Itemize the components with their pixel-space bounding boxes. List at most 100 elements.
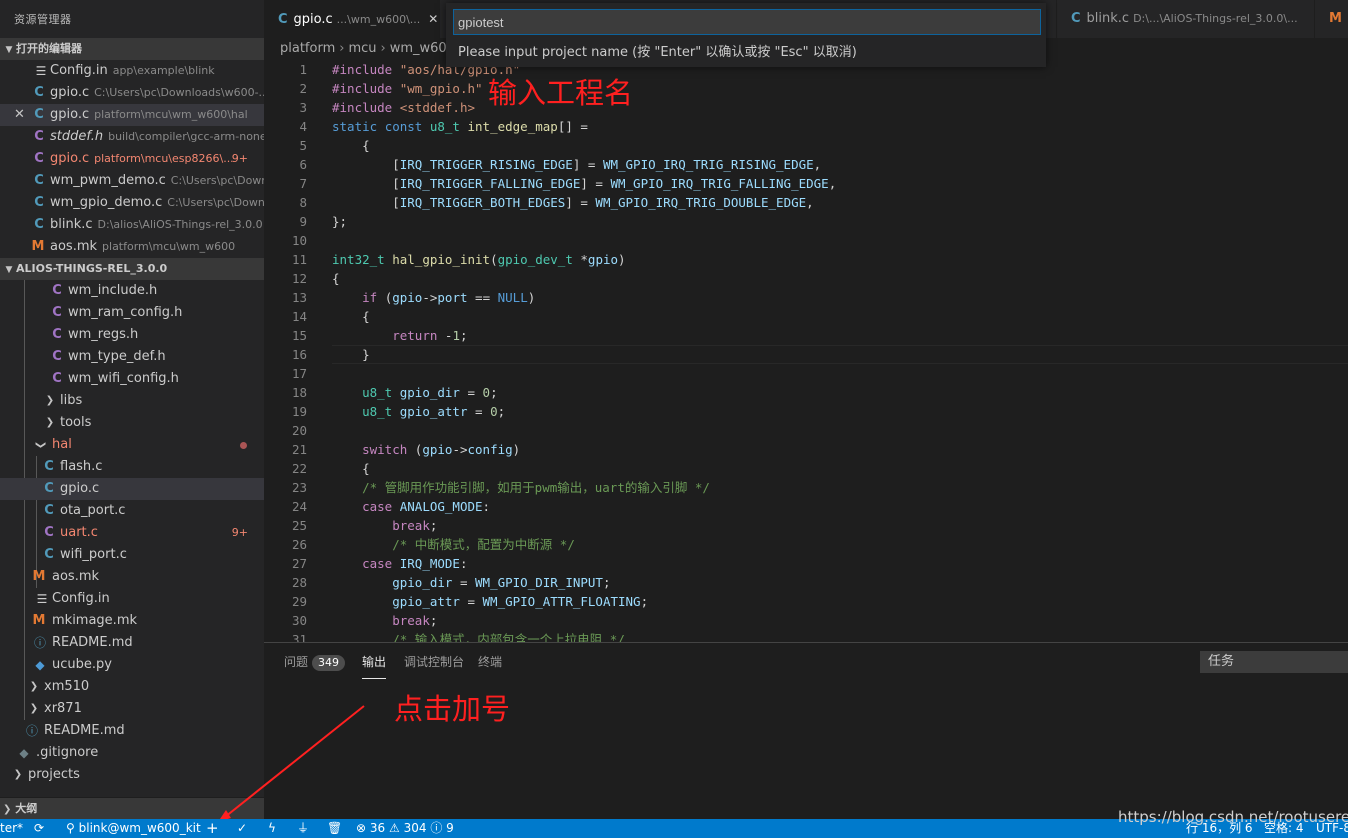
warning-icon: ⚠ <box>389 821 400 835</box>
line-number: 20 <box>291 423 307 438</box>
code-line: } <box>332 347 370 362</box>
tree-item-folder[interactable]: ❯ projects <box>0 764 264 786</box>
tab-debug-console[interactable]: 调试控制台 <box>404 651 464 679</box>
line-number: 27 <box>291 556 307 571</box>
sync-icon[interactable]: ⟳ <box>34 819 44 838</box>
tree-item-folder[interactable]: ❯ xm510 <box>0 676 264 698</box>
chevron-right-icon: ❯ <box>45 417 55 428</box>
explorer-sidebar: 资源管理器 ▼ 打开的编辑器 ☰ Config.in app\example\bli… <box>0 0 264 819</box>
makefile-icon: M <box>31 239 45 254</box>
tree-item-file[interactable]: Maos.mk <box>0 566 264 588</box>
line-number: 3 <box>299 100 307 115</box>
tree-item-file[interactable]: ⓘ README.md <box>0 720 264 742</box>
open-editor-item[interactable]: M aos.mk platform\mcu\wm_w600 <box>0 236 264 258</box>
tree-item-file[interactable]: Cwm_include.h <box>0 280 264 302</box>
tree-item-folder[interactable]: ❯ tools <box>0 412 264 434</box>
code-line: /* 管脚用作功能引脚，如用于pwm输出，uart的输入引脚 */ <box>332 480 710 495</box>
file-name: Config.in <box>50 63 108 78</box>
tree-item-file[interactable]: Cflash.c <box>0 456 264 478</box>
open-editor-item[interactable]: C stddef.h build\compiler\gcc-arm-none... <box>0 126 264 148</box>
tab-problems[interactable]: 问题 349 <box>284 651 346 679</box>
tab-makefile[interactable]: Ma <box>1314 0 1348 38</box>
info-icon: ⓘ <box>25 724 38 738</box>
output-channel-select[interactable]: 任务 <box>1200 651 1348 673</box>
problems-summary[interactable]: ⊗ 36 ⚠ 304 ⓘ 9 <box>356 819 454 838</box>
add-project-button[interactable]: + <box>206 819 219 838</box>
code-line: /* 中断模式，配置为中断源 */ <box>332 537 575 552</box>
file-path: platform\mcu\esp8266\... <box>94 152 234 165</box>
file-name: gpio.c <box>50 85 90 100</box>
tree-item-folder[interactable]: ❯ libs <box>0 390 264 412</box>
tree-item-file[interactable]: Cwm_ram_config.h <box>0 302 264 324</box>
tree-item-file[interactable]: Cwm_wifi_config.h <box>0 368 264 390</box>
outline-header[interactable]: ❯ 大纲 <box>0 797 264 819</box>
tree-item-file[interactable]: Mmkimage.mk <box>0 610 264 632</box>
quick-input-message: Please input project name (按 "Enter" 以确认… <box>458 45 857 60</box>
line-number: 31 <box>291 632 307 642</box>
c-file-icon: C <box>44 525 54 540</box>
tree-item-folder[interactable]: ❯ xr871 <box>0 698 264 720</box>
code-line: [IRQ_TRIGGER_BOTH_EDGES] = WM_GPIO_IRQ_T… <box>332 195 814 210</box>
c-file-icon: C <box>34 85 44 100</box>
line-number: 16 <box>291 347 307 362</box>
tree-item-file[interactable]: ⓘ README.md <box>0 632 264 654</box>
close-icon[interactable]: ✕ <box>14 104 25 126</box>
c-file-icon: C <box>278 12 288 27</box>
tab-gpio-c[interactable]: Cgpio.c ...\wm_w600\... ✕ <box>264 0 440 38</box>
open-editor-item[interactable]: C wm_pwm_demo.c C:\Users\pc\Downl... <box>0 170 264 192</box>
python-file-icon: ◆ <box>35 658 45 672</box>
c-file-icon: C <box>44 459 54 474</box>
tree-item-file[interactable]: ◆ ucube.py <box>0 654 264 676</box>
open-editor-item[interactable]: C wm_gpio_demo.c C:\Users\pc\Downl... <box>0 192 264 214</box>
line-number: 13 <box>291 290 307 305</box>
code-line: break; <box>392 613 438 628</box>
code-editor[interactable]: 1 #include "aos/hal/gpio.h" 2 #include "wm_… <box>264 60 1348 642</box>
open-editor-item-active[interactable]: ✕ C gpio.c platform\mcu\wm_w600\hal <box>0 104 264 126</box>
tab-blink-c[interactable]: Cblink.c D:\...\AliOS-Things-rel_3.0.0\..… <box>1056 0 1306 38</box>
tab-terminal[interactable]: 终端 <box>478 651 502 679</box>
tree-item-file[interactable]: Cwifi_port.c <box>0 544 264 566</box>
config-file-icon: ☰ <box>36 592 48 606</box>
breadcrumb-item[interactable]: mcu <box>348 41 376 56</box>
tree-item-file[interactable]: Cota_port.c <box>0 500 264 522</box>
tree-item-file-selected[interactable]: Cgpio.c <box>0 478 264 500</box>
tree-item-file[interactable]: Cwm_type_def.h <box>0 346 264 368</box>
build-check-icon[interactable]: ✓ <box>237 819 247 838</box>
line-number: 5 <box>299 138 307 153</box>
target-selector[interactable]: ⚲ blink@wm_w600_kit <box>66 819 201 838</box>
line-number: 12 <box>291 271 307 286</box>
trash-icon[interactable]: 🗑 <box>327 819 342 838</box>
tree-item-file[interactable]: Cuart.c 9+ <box>0 522 264 544</box>
c-file-icon: C <box>34 173 44 188</box>
info-icon: ⓘ <box>33 636 46 650</box>
code-line: [IRQ_TRIGGER_RISING_EDGE] = WM_GPIO_IRQ_… <box>332 157 822 172</box>
open-editor-item[interactable]: C blink.c D:\alios\AliOS-Things-rel_3.0.0… <box>0 214 264 236</box>
open-editor-item[interactable]: C gpio.c platform\mcu\esp8266\... 9+ <box>0 148 264 170</box>
file-tree: Cwm_include.h Cwm_ram_config.h Cwm_regs.… <box>0 280 264 786</box>
project-name-input[interactable] <box>453 9 1041 35</box>
open-editors-header[interactable]: ▼ 打开的编辑器 <box>0 38 264 60</box>
close-icon[interactable]: ✕ <box>428 12 438 26</box>
tree-item-folder-open[interactable]: ❯ hal <box>0 434 264 456</box>
bottom-panel: 问题 349 输出 调试控制台 终端 任务 <box>264 642 1348 819</box>
project-folder-header[interactable]: ▼ ALIOS-THINGS-REL_3.0.0 <box>0 258 264 280</box>
annotation-click-plus: 点击加号 <box>394 692 511 726</box>
code-line: { <box>332 461 370 476</box>
file-path: platform\mcu\wm_w600 <box>102 240 236 253</box>
flash-icon[interactable]: ϟ <box>268 819 276 838</box>
tree-item-file[interactable]: ◆ .gitignore <box>0 742 264 764</box>
plug-icon[interactable]: ⏚ <box>297 819 309 838</box>
tab-output[interactable]: 输出 <box>362 651 387 679</box>
c-file-icon: C <box>34 151 44 166</box>
file-name: wm_gpio_demo.c <box>50 195 163 210</box>
chevron-right-icon: ❯ <box>29 681 39 692</box>
tree-item-file[interactable]: Cwm_regs.h <box>0 324 264 346</box>
open-editor-item[interactable]: ☰ Config.in app\example\blink <box>0 60 264 82</box>
file-path: D:\alios\AliOS-Things-rel_3.0.0 ... <box>97 218 264 231</box>
open-editor-item[interactable]: C gpio.c C:\Users\pc\Downloads\w600-... <box>0 82 264 104</box>
breadcrumb-item[interactable]: platform <box>280 41 335 56</box>
tree-item-file[interactable]: ☰ Config.in <box>0 588 264 610</box>
code-line: }; <box>332 214 348 229</box>
line-number: 6 <box>299 157 307 172</box>
modified-dot <box>240 442 247 449</box>
